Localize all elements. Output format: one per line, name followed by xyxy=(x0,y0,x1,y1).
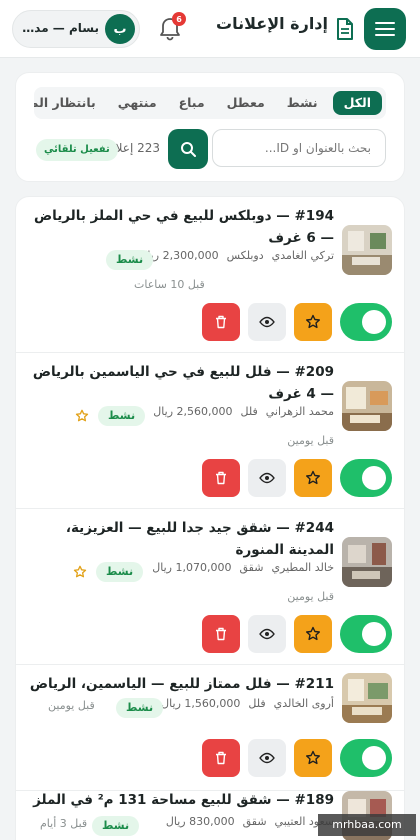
feature-button[interactable] xyxy=(294,303,332,341)
feature-button[interactable] xyxy=(294,459,332,497)
listing-agent: خالد المطيري xyxy=(271,561,334,574)
trash-icon xyxy=(216,751,226,765)
star-icon xyxy=(306,314,320,329)
featured-star-icon xyxy=(75,409,89,422)
search-button[interactable] xyxy=(168,129,208,169)
listing-title[interactable]: #194 — دوبلكس للبيع في حي الملز بالرياض … xyxy=(28,205,334,249)
list-item: #194 — دوبلكس للبيع في حي الملز بالرياض … xyxy=(16,197,404,353)
menu-button[interactable] xyxy=(364,8,406,50)
listing-price: 1,560,000 ريال xyxy=(161,697,241,710)
active-toggle[interactable] xyxy=(340,739,392,777)
feature-button[interactable] xyxy=(294,615,332,653)
listing-thumbnail[interactable] xyxy=(342,673,392,723)
listing-time: قبل يومين xyxy=(48,699,95,712)
list-item: #211 — فلل ممتاز للبيع — الياسمين، الريا… xyxy=(16,665,404,791)
listing-time: قبل 3 أيام xyxy=(40,817,88,830)
listing-actions xyxy=(202,739,392,777)
listing-thumbnail[interactable] xyxy=(342,225,392,275)
status-badge: نشط xyxy=(96,562,144,582)
listing-meta: تركي الغامدي دوبلكس 2,300,000 ريال xyxy=(139,249,334,262)
listing-thumbnail[interactable] xyxy=(342,381,392,431)
listing-agent: محمد الزهراني xyxy=(265,405,334,418)
avatar: ب xyxy=(105,14,135,44)
view-button[interactable] xyxy=(248,303,286,341)
star-icon xyxy=(306,750,320,765)
tab-disabled[interactable]: معطل xyxy=(216,87,276,119)
status-badge: نشط xyxy=(92,816,140,836)
listing-type: شقق xyxy=(242,815,267,828)
page-title: إدارة الإعلانات xyxy=(216,14,328,33)
listing-price: 2,560,000 ريال xyxy=(153,405,233,418)
eye-icon xyxy=(259,628,275,640)
eye-icon xyxy=(259,316,275,328)
listings-panel: #194 — دوبلكس للبيع في حي الملز بالرياض … xyxy=(15,196,405,840)
listing-meta: محمد الزهراني فلل 2,560,000 ريال xyxy=(153,405,334,418)
menu-icon xyxy=(375,22,395,36)
listing-meta: أروى الخالدي فلل 1,560,000 ريال xyxy=(161,697,334,710)
featured-star-icon xyxy=(73,565,87,578)
trash-icon xyxy=(216,627,226,641)
listing-agent: تركي الغامدي xyxy=(271,249,334,262)
status-badge: نشط xyxy=(116,698,164,718)
listing-agent: أروى الخالدي xyxy=(273,697,334,710)
listing-time: قبل يومين xyxy=(287,590,334,603)
listing-meta: سعود العتيبي شقق 830,000 ريال xyxy=(166,815,334,828)
eye-icon xyxy=(259,472,275,484)
listing-title[interactable]: #189 — شقق للبيع مساحة 131 م² في الملز xyxy=(28,789,334,811)
listing-actions xyxy=(202,615,392,653)
listing-time: قبل 10 ساعات xyxy=(134,278,205,291)
listing-title[interactable]: #209 — فلل للبيع في حي الياسمين بالرياض … xyxy=(28,361,334,405)
active-toggle[interactable] xyxy=(340,615,392,653)
listing-time: قبل يومين xyxy=(287,434,334,447)
auto-activate-toggle[interactable]: تفعيل تلقائي xyxy=(36,139,118,161)
tab-sold[interactable]: مباع xyxy=(168,87,216,119)
tab-all[interactable]: الكل xyxy=(332,91,382,115)
listing-actions xyxy=(202,303,392,341)
watermark: mrhbaa.com xyxy=(318,814,416,836)
listing-type: فلل xyxy=(248,697,266,710)
tab-pending[interactable]: بانتظار المرا xyxy=(34,87,107,119)
eye-icon xyxy=(259,752,275,764)
list-item: #209 — فلل للبيع في حي الياسمين بالرياض … xyxy=(16,353,404,509)
delete-button[interactable] xyxy=(202,739,240,777)
search-input[interactable]: بحث بالعنوان او ID... xyxy=(212,129,386,167)
list-item: #244 — شقق جيد جدا للبيع — العزيزية، الم… xyxy=(16,509,404,665)
listing-actions xyxy=(202,459,392,497)
trash-icon xyxy=(216,315,226,329)
listing-title[interactable]: #244 — شقق جيد جدا للبيع — العزيزية، الم… xyxy=(28,517,334,561)
view-button[interactable] xyxy=(248,615,286,653)
status-badge: نشط xyxy=(106,250,154,270)
delete-button[interactable] xyxy=(202,459,240,497)
delete-button[interactable] xyxy=(202,303,240,341)
star-icon xyxy=(306,470,320,485)
view-button[interactable] xyxy=(248,739,286,777)
view-button[interactable] xyxy=(248,459,286,497)
status-tabs: الكل نشط معطل مباع منتهي بانتظار المرا xyxy=(34,87,386,119)
listing-type: دوبلكس xyxy=(226,249,264,262)
user-menu[interactable]: ب بسام — مدي... xyxy=(12,10,140,48)
listing-type: فلل xyxy=(240,405,258,418)
listing-thumbnail[interactable] xyxy=(342,537,392,587)
active-toggle[interactable] xyxy=(340,303,392,341)
trash-icon xyxy=(216,471,226,485)
search-icon xyxy=(181,142,196,157)
filter-panel: الكل نشط معطل مباع منتهي بانتظار المرا ب… xyxy=(15,72,405,182)
user-name: بسام — مدي... xyxy=(17,21,99,35)
listing-price: 1,070,000 ريال xyxy=(152,561,232,574)
active-toggle[interactable] xyxy=(340,459,392,497)
status-badge: نشط xyxy=(98,406,146,426)
top-bar: إدارة الإعلانات 6 ب بسام — مدي... xyxy=(0,0,420,58)
tab-active[interactable]: نشط xyxy=(276,87,329,119)
delete-button[interactable] xyxy=(202,615,240,653)
tab-expired[interactable]: منتهي xyxy=(107,87,168,119)
document-icon xyxy=(337,18,353,40)
notification-badge: 6 xyxy=(172,12,186,26)
listing-title[interactable]: #211 — فلل ممتاز للبيع — الياسمين، الريا… xyxy=(28,673,334,695)
feature-button[interactable] xyxy=(294,739,332,777)
listing-meta: خالد المطيري شقق 1,070,000 ريال xyxy=(152,561,334,574)
listing-price: 830,000 ريال xyxy=(165,815,235,828)
listing-type: شقق xyxy=(239,561,264,574)
star-icon xyxy=(306,626,320,641)
